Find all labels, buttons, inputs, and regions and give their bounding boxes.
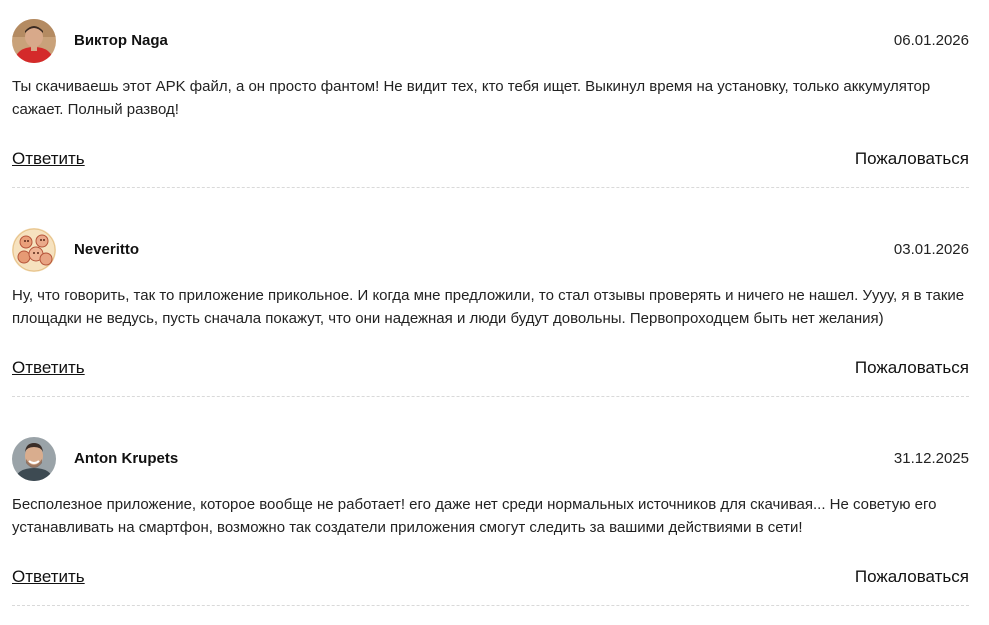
divider (12, 396, 969, 397)
report-link[interactable]: Пожаловаться (855, 148, 969, 170)
report-link[interactable]: Пожаловаться (855, 566, 969, 588)
author-name: Anton Krupets (74, 450, 179, 467)
avatar (12, 437, 56, 481)
user-photo-smiling-man-icon (12, 437, 56, 481)
avatar (12, 19, 56, 63)
comment-header: Виктор Naga 06.01.2026 (12, 19, 969, 63)
comment-date: 03.01.2026 (893, 241, 969, 258)
user-photo-red-shirt-icon (12, 19, 56, 63)
comment-date: 06.01.2026 (893, 32, 969, 49)
comment-header: Neveritto 03.01.2026 (12, 228, 969, 272)
author-name: Виктор Naga (74, 32, 168, 49)
comment-date: 31.12.2025 (893, 450, 969, 467)
divider (12, 605, 969, 606)
comment-text: Ты скачиваешь этот APK файл, а он просто… (12, 78, 931, 118)
comment-text: Бесполезное приложение, которое вообще н… (12, 496, 937, 536)
divider (12, 187, 969, 188)
comment-item: Anton Krupets 31.12.2025 Бесполезное при… (12, 437, 969, 625)
reply-link[interactable]: Ответить (12, 566, 85, 588)
avatar (12, 228, 56, 272)
comment-header: Anton Krupets 31.12.2025 (12, 437, 969, 481)
reply-link[interactable]: Ответить (12, 148, 85, 170)
cartoon-faces-avatar-icon (12, 228, 56, 272)
author-name: Neveritto (74, 241, 140, 258)
report-link[interactable]: Пожаловаться (855, 357, 969, 379)
reply-link[interactable]: Ответить (12, 357, 85, 379)
comment-item: Виктор Naga 06.01.2026 Ты скачиваешь это… (12, 19, 969, 207)
comment-text: Ну, что говорить, так то приложение прик… (12, 287, 965, 327)
comment-item: Neveritto 03.01.2026 Ну, что говорить, т… (12, 228, 969, 416)
